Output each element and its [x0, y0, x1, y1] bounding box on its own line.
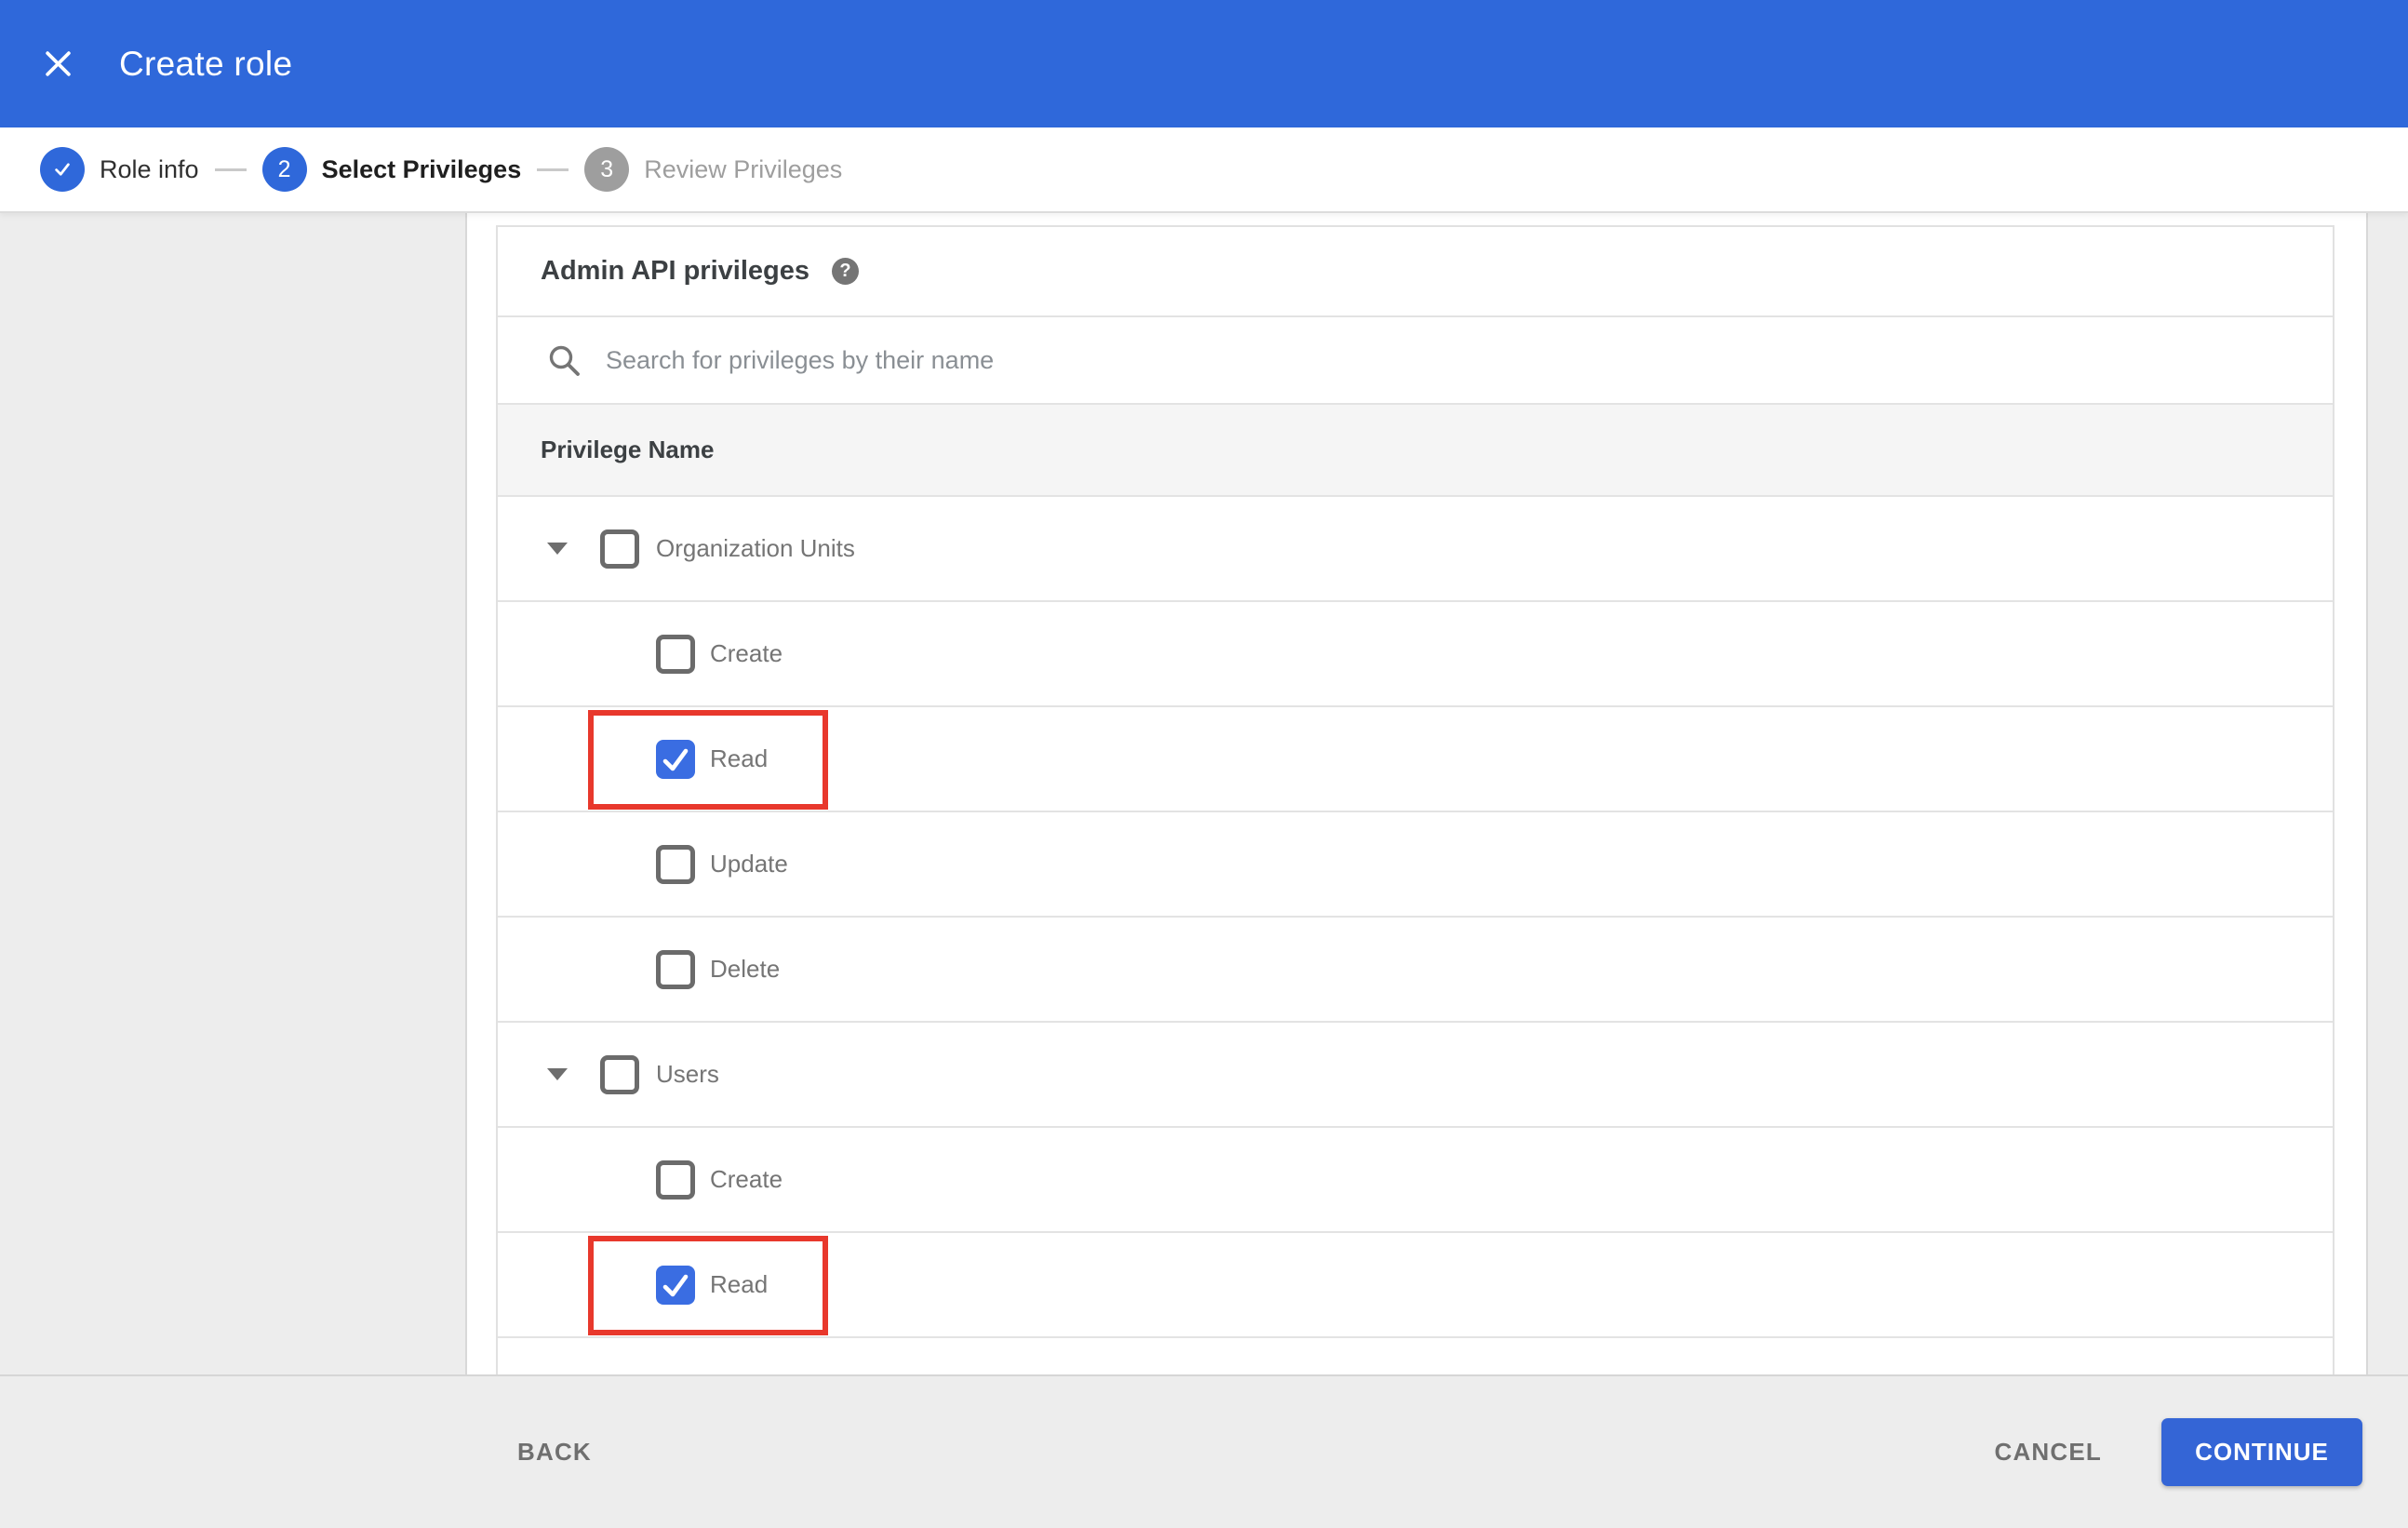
step-connector — [214, 168, 247, 171]
checkbox-unchecked[interactable] — [600, 1054, 639, 1094]
checkbox-unchecked[interactable] — [600, 529, 639, 569]
step-number: 3 — [584, 147, 630, 192]
privilege-row: Update — [498, 811, 2333, 916]
privilege-label: Read — [710, 744, 769, 772]
privilege-row: Create — [498, 600, 2333, 705]
privilege-row: Create — [498, 1126, 2333, 1231]
create-role-dialog: Create role Role info 2 Select Privilege… — [0, 0, 2408, 1528]
step-connector — [537, 168, 569, 171]
privilege-label: Delete — [710, 955, 781, 983]
privilege-row: Read — [498, 1231, 2333, 1336]
panel-title: Admin API privileges — [541, 256, 809, 286]
close-icon[interactable] — [37, 44, 78, 85]
privilege-label: Create — [710, 1165, 783, 1193]
search-row — [498, 315, 2333, 403]
step-label: Role info — [100, 154, 199, 183]
checkbox-unchecked[interactable] — [656, 1159, 695, 1200]
partial-row — [498, 1336, 2333, 1374]
highlight-box — [588, 710, 828, 810]
back-button[interactable]: BACK — [517, 1438, 592, 1467]
privilege-row: Delete — [498, 916, 2333, 1021]
checkbox-unchecked[interactable] — [656, 949, 695, 989]
scroll-region: Admin API privileges ? Privilege Name Or… — [465, 213, 2368, 1374]
table-header-row: Privilege Name — [498, 403, 2333, 495]
collapse-arrow-icon[interactable] — [547, 1068, 568, 1080]
collapse-arrow-icon[interactable] — [547, 543, 568, 555]
privilege-label: Read — [710, 1270, 769, 1298]
checkbox-checked[interactable] — [656, 739, 695, 779]
content-area: Admin API privileges ? Privilege Name Or… — [0, 213, 2408, 1374]
admin-api-privileges-panel: Admin API privileges ? Privilege Name Or… — [496, 225, 2334, 1374]
stepper: Role info 2 Select Privileges 3 Review P… — [0, 127, 2408, 213]
cancel-button[interactable]: CANCEL — [1972, 1421, 2124, 1483]
column-header-privilege-name: Privilege Name — [541, 436, 715, 463]
step-label: Review Privileges — [644, 154, 843, 183]
step-role-info[interactable]: Role info — [40, 147, 199, 192]
page-title: Create role — [119, 44, 293, 83]
checkbox-unchecked[interactable] — [656, 634, 695, 674]
privilege-group-row: Organization Units — [498, 495, 2333, 600]
privilege-label: Users — [656, 1060, 719, 1088]
step-label: Select Privileges — [321, 154, 522, 183]
checkbox-checked[interactable] — [656, 1265, 695, 1305]
privilege-label: Create — [710, 639, 783, 667]
help-icon[interactable]: ? — [832, 258, 859, 285]
search-input[interactable] — [606, 345, 1908, 375]
step-done-check-icon — [40, 147, 85, 192]
step-number: 2 — [261, 147, 307, 192]
checkbox-unchecked[interactable] — [656, 844, 695, 884]
privilege-group-row: Users — [498, 1021, 2333, 1126]
step-select-privileges[interactable]: 2 Select Privileges — [261, 147, 522, 192]
privilege-label: Organization Units — [656, 534, 855, 562]
privilege-rows: Organization Units Create Read Update Delete… — [498, 495, 2333, 1336]
step-review-privileges[interactable]: 3 Review Privileges — [584, 147, 842, 192]
panel-heading-row: Admin API privileges ? — [498, 227, 2333, 315]
search-icon — [549, 345, 580, 376]
highlight-box — [588, 1236, 828, 1335]
privilege-row: Read — [498, 705, 2333, 811]
dialog-header: Create role — [0, 0, 2408, 127]
privilege-label: Update — [710, 850, 788, 878]
continue-button[interactable]: CONTINUE — [2161, 1418, 2362, 1486]
footer-bar: BACK CANCEL CONTINUE — [0, 1374, 2408, 1528]
